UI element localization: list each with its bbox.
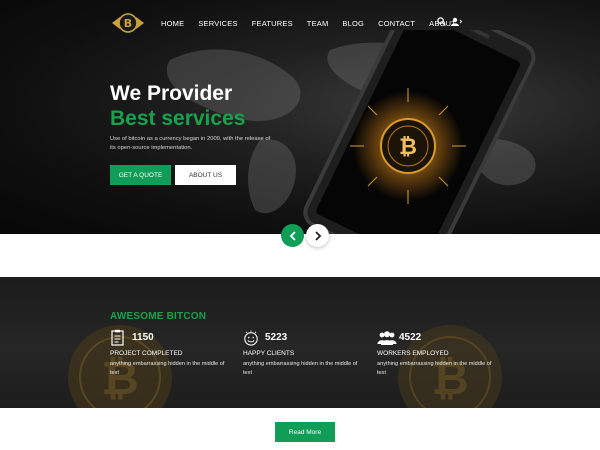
hero-title-line2: Best services (110, 107, 246, 130)
hero-banner: B HOME SERVICES FEATURES TEAM BLOG CONTA… (0, 0, 600, 234)
hero-description: Use of bitcoin as a currency began in 20… (110, 136, 271, 151)
stat-label: WORKERS EMPLOYED (377, 350, 449, 357)
about-us-button[interactable]: ABOUT US (175, 165, 236, 185)
slider-next-button[interactable] (306, 224, 329, 247)
get-a-quote-button[interactable]: GET A QUOTE (110, 165, 171, 185)
phone-bitcoin-image: ₿ (303, 30, 536, 234)
hero-title-line1: We Provider (110, 82, 233, 105)
user-icon[interactable] (449, 17, 462, 26)
nav-services[interactable]: SERVICES (198, 19, 237, 28)
nav-icons (437, 17, 462, 26)
stat-number: 5223 (265, 332, 288, 343)
svg-text:₿: ₿ (399, 135, 417, 160)
chevron-right-icon (314, 230, 321, 241)
slider-prev-button[interactable] (281, 224, 304, 247)
stat-label: PROJECT COMPLETED (110, 350, 183, 357)
stat-description: anything embarrassing hidden in the midd… (243, 361, 358, 376)
stat-description: anything embarrassing hidden in the midd… (377, 361, 492, 376)
stat-number: 1150 (132, 332, 154, 343)
nav-home[interactable]: HOME (161, 19, 184, 28)
stats-heading: AWESOME BITCON (110, 311, 207, 322)
nav-blog[interactable]: BLOG (342, 19, 364, 28)
stats-section: ₿ ₿ AWESOME BITCON 1150 PROJECT COMPLETE… (0, 277, 600, 408)
bitcoin-logo[interactable]: B (110, 12, 146, 34)
read-more-button[interactable]: Read More (275, 422, 335, 442)
page: B HOME SERVICES FEATURES TEAM BLOG CONTA… (0, 0, 600, 450)
main-menu: HOME SERVICES FEATURES TEAM BLOG CONTACT… (161, 19, 456, 28)
stat-label: HAPPY CLIENTS (243, 350, 295, 357)
nav-team[interactable]: TEAM (307, 19, 329, 28)
chevron-left-icon (289, 230, 296, 241)
stat-description: anything embarrassing hidden in the midd… (110, 361, 225, 376)
svg-text:B: B (124, 17, 132, 30)
search-icon[interactable] (437, 17, 446, 26)
group-icon (377, 331, 397, 345)
smiley-icon (244, 330, 258, 346)
clipboard-icon (111, 329, 124, 346)
nav-features[interactable]: FEATURES (252, 19, 293, 28)
nav-contact[interactable]: CONTACT (378, 19, 415, 28)
stat-number: 4522 (399, 332, 422, 343)
